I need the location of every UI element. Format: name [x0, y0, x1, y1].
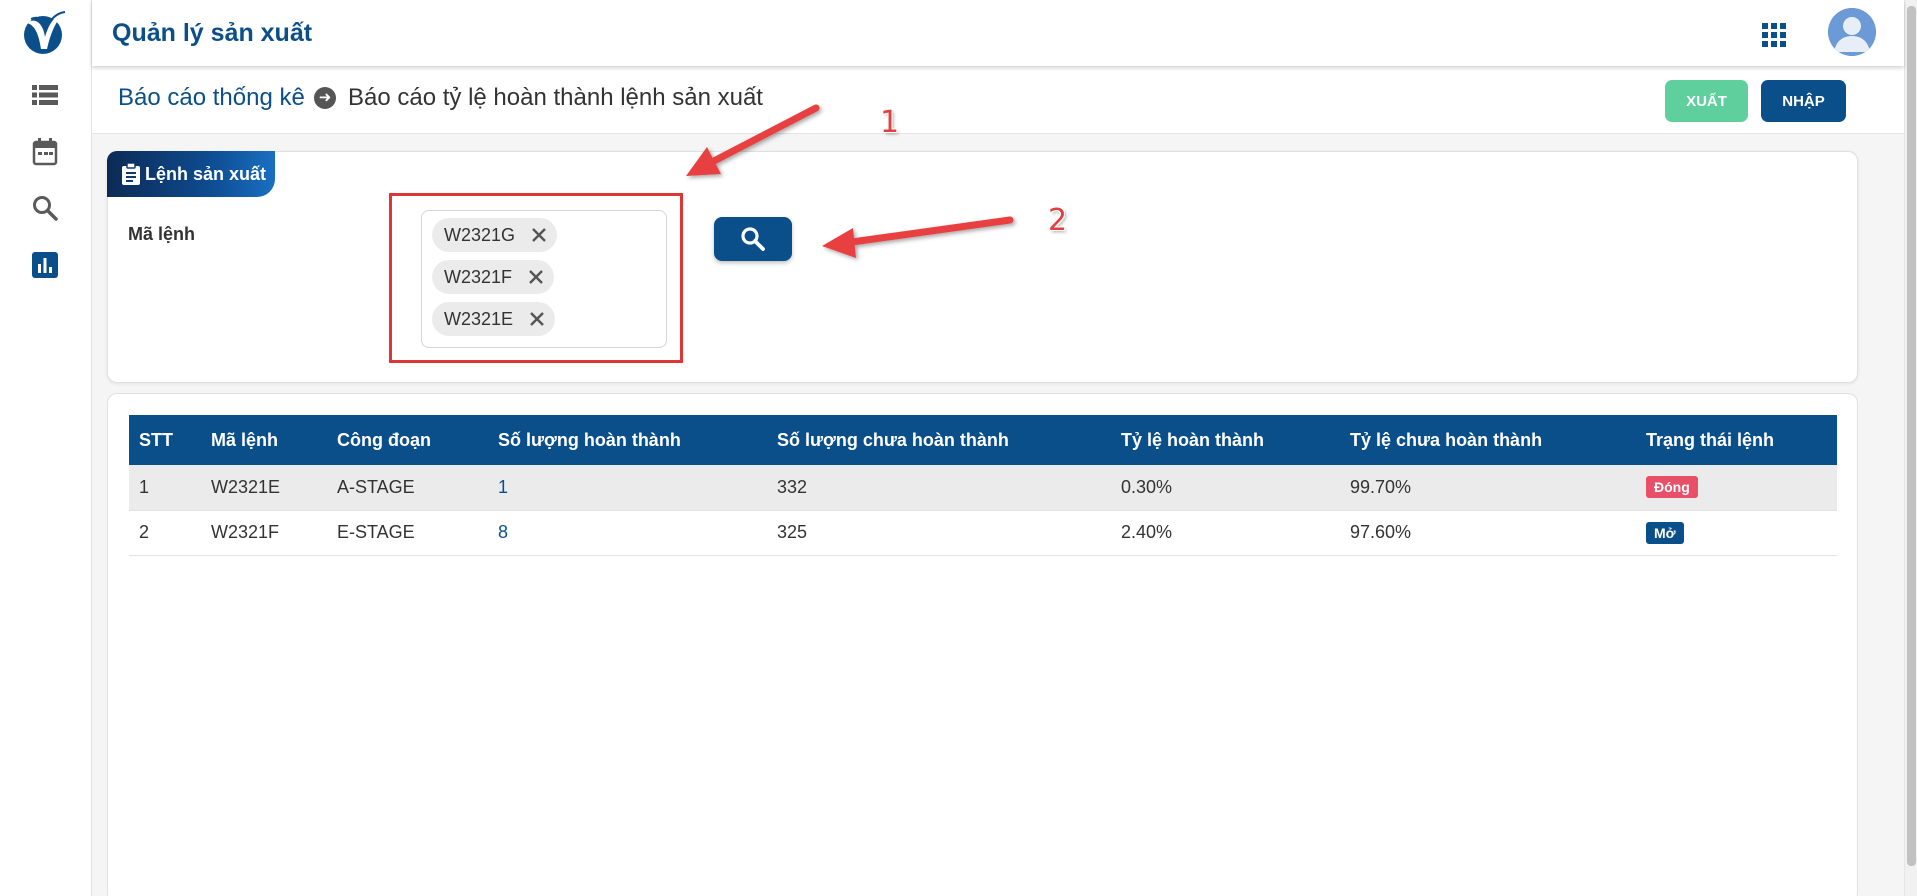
- cell-completion-rate: 2.40%: [1111, 510, 1340, 556]
- cell-stage: E-STAGE: [327, 510, 488, 556]
- tag-chip-label: W2321G: [444, 224, 516, 245]
- user-avatar[interactable]: [1828, 8, 1876, 56]
- table-header-row: STT Mã lệnh Công đoạn Số lượng hoàn thàn…: [129, 415, 1837, 465]
- completed-qty-link[interactable]: 8: [498, 522, 508, 542]
- apps-grid-icon[interactable]: [1762, 23, 1786, 47]
- table-row[interactable]: 1 W2321E A-STAGE 1 332 0.30% 99.70% Đóng: [129, 465, 1837, 511]
- cell-stage: A-STAGE: [327, 465, 488, 511]
- tag-chip: W2321G: [432, 218, 558, 252]
- search-icon: [741, 227, 765, 251]
- page-scrollbar[interactable]: [1904, 0, 1917, 896]
- company-logo[interactable]: [21, 9, 67, 57]
- table-row[interactable]: 2 W2321F E-STAGE 8 325 2.40% 97.60% Mở: [129, 510, 1837, 556]
- tag-chip-label: W2321E: [444, 308, 514, 329]
- page-title: Báo cáo tỷ lệ hoàn thành lệnh sản xuất: [348, 84, 763, 111]
- calendar-icon[interactable]: [30, 137, 60, 167]
- column-header[interactable]: Công đoạn: [327, 415, 488, 465]
- column-header[interactable]: Số lượng hoàn thành: [488, 415, 767, 465]
- order-code-label: Mã lệnh: [128, 224, 196, 244]
- breadcrumb-bar: Báo cáo thống kê ➜ Báo cáo tỷ lệ hoàn th…: [92, 66, 1904, 134]
- bar-chart-icon[interactable]: [30, 250, 60, 280]
- close-icon[interactable]: [529, 225, 549, 245]
- column-header[interactable]: Mã lệnh: [201, 415, 327, 465]
- column-header[interactable]: Tỷ lệ hoàn thành: [1111, 415, 1340, 465]
- filter-tab: Lệnh sản xuất: [107, 151, 275, 197]
- results-card: STT Mã lệnh Công đoạn Số lượng hoàn thàn…: [107, 393, 1858, 896]
- filter-card: Lệnh sản xuất Mã lệnh W2321G W2321F W232…: [107, 151, 1858, 383]
- column-header[interactable]: Trạng thái lệnh: [1636, 415, 1837, 465]
- import-button[interactable]: NHẬP: [1761, 80, 1846, 122]
- cell-incompletion-rate: 97.60%: [1340, 510, 1636, 556]
- sidebar: [0, 0, 92, 896]
- top-bar: Quản lý sản xuất: [92, 0, 1904, 66]
- cell-not-completed-qty: 332: [767, 465, 1111, 511]
- scrollbar-thumb[interactable]: [1907, 6, 1916, 866]
- breadcrumb-root-link[interactable]: Báo cáo thống kê: [118, 84, 305, 112]
- tag-chip: W2321E: [432, 302, 556, 336]
- tag-chip: W2321F: [432, 260, 555, 294]
- completion-report-table: STT Mã lệnh Công đoạn Số lượng hoàn thàn…: [129, 415, 1837, 556]
- cell-not-completed-qty: 325: [767, 510, 1111, 556]
- close-icon[interactable]: [527, 309, 547, 329]
- completed-qty-link[interactable]: 1: [498, 477, 508, 497]
- status-badge: Mở: [1646, 521, 1684, 544]
- column-header[interactable]: Số lượng chưa hoàn thành: [767, 415, 1111, 465]
- column-header[interactable]: Tỷ lệ chưa hoàn thành: [1340, 415, 1636, 465]
- cell-stt: 1: [129, 465, 201, 511]
- cell-stt: 2: [129, 510, 201, 556]
- search-icon[interactable]: [30, 193, 60, 223]
- arrow-right-circle-icon: ➜: [314, 87, 336, 109]
- status-badge: Đóng: [1646, 476, 1698, 499]
- app-title: Quản lý sản xuất: [112, 19, 313, 47]
- export-button[interactable]: XUẤT: [1665, 80, 1748, 122]
- cell-order-code: W2321E: [201, 465, 327, 511]
- search-button[interactable]: [714, 217, 792, 261]
- cell-incompletion-rate: 99.70%: [1340, 465, 1636, 511]
- column-header[interactable]: STT: [129, 415, 201, 465]
- close-icon[interactable]: [526, 267, 546, 287]
- order-code-multiselect[interactable]: W2321G W2321F W2321E: [421, 210, 667, 348]
- tag-chip-label: W2321F: [444, 266, 513, 287]
- filter-tab-title: Lệnh sản xuất: [145, 163, 267, 184]
- cell-order-code: W2321F: [201, 510, 327, 556]
- cell-completion-rate: 0.30%: [1111, 465, 1340, 511]
- list-icon[interactable]: [30, 80, 60, 110]
- clipboard-icon: [122, 163, 140, 185]
